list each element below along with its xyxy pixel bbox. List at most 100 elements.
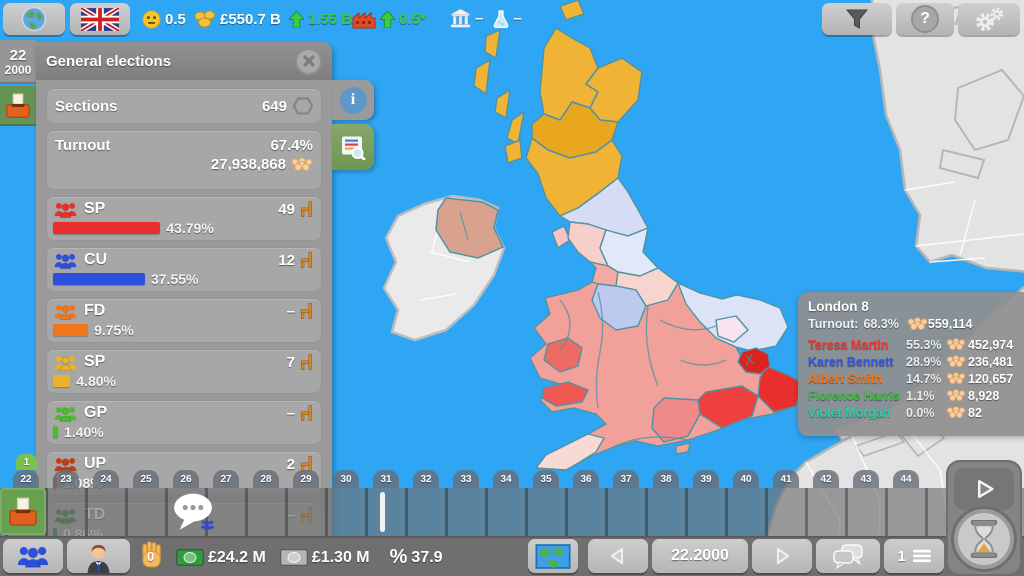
party-abbreviation: FD [84,302,105,320]
timeline-week-23[interactable]: 23 [53,470,79,488]
research-value: – [513,10,521,27]
candidate-percent: 0.0% [906,406,946,420]
turnout-crowd-icon [907,317,928,331]
timeline-week-33[interactable]: 33 [453,470,479,488]
election-event-tab[interactable] [0,86,36,126]
timeline-week-26[interactable]: 26 [173,470,199,488]
constituency-tooltip: London 8 Turnout: 68.3% 559,114 Teresa M… [798,292,1024,436]
turnout-voters: 27,938,868 [211,156,286,173]
timeline-track[interactable] [0,488,1024,536]
turnout-card: Turnout 67.4% 27,938,868 [46,130,322,190]
uk-flag-icon [81,8,119,31]
gear-icon [974,6,1004,32]
candidate-name: Albert Smith [808,372,906,386]
votes-crowd-icon [946,389,966,402]
percent-value: 37.9 [411,549,442,567]
parliament-value: – [475,10,483,27]
leader-avatar-button[interactable] [67,539,130,573]
timeline-election-marker[interactable] [0,488,46,535]
votes-crowd-icon [946,372,966,385]
pending-tasks-button[interactable]: 1 [884,539,944,573]
help-button[interactable]: ? [896,3,954,35]
happiness-icon [142,10,161,29]
hourglass-button[interactable] [951,506,1017,572]
timeline-week-39[interactable]: 39 [693,470,719,488]
party-abbreviation: CU [84,251,107,269]
timeline-week-38[interactable]: 38 [653,470,679,488]
close-button[interactable] [295,48,322,75]
world-map-button[interactable] [528,539,578,573]
timeline-week-32[interactable]: 32 [413,470,439,488]
happiness-stat: 0.5 [142,10,186,29]
candidate-votes: 120,657 [968,372,1024,386]
country-flag-button[interactable] [70,3,130,35]
timeline-week-37[interactable]: 37 [613,470,639,488]
timeline-week-24[interactable]: 24 [93,470,119,488]
globe-button[interactable] [3,3,65,35]
chat-icon [832,543,864,569]
timeline-week-31[interactable]: 31 [373,470,399,488]
filter-button[interactable] [822,3,892,35]
party-result-card[interactable]: SP 7 4.80% [46,349,322,394]
question-icon: ? [911,5,939,33]
banknote-green-icon [176,549,204,566]
timeline-week-43[interactable]: 43 [853,470,879,488]
party-result-card[interactable]: FD – 9.75% [46,298,322,343]
timeline-week-29[interactable]: 29 [293,470,319,488]
seat-chair-icon [300,201,313,217]
party-vote-percent: 9.75% [94,322,134,338]
timeline-week-35[interactable]: 35 [533,470,559,488]
votes-crowd-icon [946,406,966,419]
party-members-button[interactable] [3,539,63,573]
timeline-week-28[interactable]: 28 [253,470,279,488]
info-tab[interactable]: i [332,80,374,120]
party-abbreviation: SP [84,200,105,218]
messages-button[interactable] [816,539,880,573]
turnout-label: Turnout [55,137,111,154]
date-display-button[interactable]: 22.2000 [652,539,748,573]
party-members-icon [53,252,78,269]
candidate-percent: 14.7% [906,372,946,386]
play-icon [972,477,996,501]
hourglass-icon [969,520,999,558]
party-seats-count: 49 [278,201,295,218]
candidate-row: Violet Morgan 0.0% 82 [808,404,1024,421]
timeline-week-27[interactable]: 27 [213,470,239,488]
timeline-event-count-badge: 1 [16,454,37,470]
timeline-week-42[interactable]: 42 [813,470,839,488]
timeline-week-30[interactable]: 30 [333,470,359,488]
timeline-week-44[interactable]: 44 [893,470,919,488]
play-button[interactable] [954,468,1014,510]
tooltip-turnout-voters: 559,114 [928,317,973,331]
candidate-percent: 55.3% [906,338,946,352]
globe-icon [21,6,47,32]
party-result-card[interactable]: GP – 1.40% [46,400,322,445]
candidate-percent: 28.9% [906,355,946,369]
timeline-scrollbar-thumb[interactable] [380,492,385,532]
analysis-tab[interactable] [332,124,374,170]
party-abbreviation: SP [84,353,105,371]
close-icon [301,53,317,69]
timeline-week-36[interactable]: 36 [573,470,599,488]
prev-turn-button[interactable] [588,539,648,573]
ballot-box-icon [8,497,38,527]
results-magnifier-icon [340,135,366,160]
timeline-week-40[interactable]: 40 [733,470,759,488]
party-result-card[interactable]: SP 49 43.79% [46,196,322,241]
party-vote-bar [53,426,58,438]
timeline-week-34[interactable]: 34 [493,470,519,488]
timeline-week-22[interactable]: 22 [13,470,39,488]
date-week: 22 [10,48,27,63]
party-seats-count: – [287,303,295,320]
timeline-chat-event-marker[interactable] [170,492,216,534]
timeline-week-41[interactable]: 41 [773,470,799,488]
timeline-week-25[interactable]: 25 [133,470,159,488]
sections-label: Sections [55,98,118,115]
cash-stat: £24.2 M £1.30 M % 37.9 [176,546,443,569]
settings-button[interactable] [958,3,1020,35]
candidate-votes: 8,928 [968,389,1024,403]
tooltip-title: London 8 [808,299,1024,314]
party-result-card[interactable]: CU 12 37.55% [46,247,322,292]
party-members-icon [53,201,78,218]
next-turn-button[interactable] [752,539,812,573]
